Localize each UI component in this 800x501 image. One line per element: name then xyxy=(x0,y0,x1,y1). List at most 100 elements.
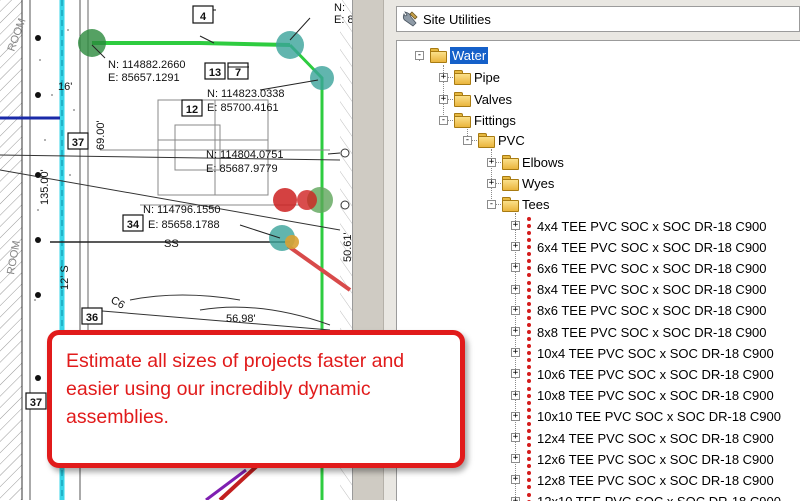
tree-item-tee[interactable]: 10x6 TEE PVC SOC x SOC DR-18 C900 xyxy=(525,364,774,384)
folder-open-icon xyxy=(502,197,519,212)
coord-2-e: E: 85700.4161 xyxy=(207,102,279,114)
folder-open-icon xyxy=(454,113,471,128)
coord-4-e: E: 85658.1788 xyxy=(148,219,220,231)
coord-2-n: N: 114823.0338 xyxy=(207,88,284,100)
promo-callout: Estimate all sizes of projects faster an… xyxy=(47,330,465,468)
tree-item-tee-label: 12x6 TEE PVC SOC x SOC DR-18 C900 xyxy=(537,451,774,467)
label-box-12: 12 xyxy=(186,104,198,116)
assembly-dots-icon xyxy=(525,322,533,342)
expand-tee-item-toggle[interactable]: + xyxy=(511,454,520,464)
tree-item-tees[interactable]: Tees xyxy=(502,194,549,214)
tree-item-water[interactable]: Water xyxy=(430,45,489,65)
expand-wyes-toggle[interactable]: + xyxy=(487,179,496,188)
green-pipe-top xyxy=(92,41,291,47)
expand-elbows-toggle[interactable]: + xyxy=(487,158,496,167)
assembly-dots-icon xyxy=(525,280,533,300)
dim-5061: 50.61' xyxy=(342,232,352,262)
expand-tee-item-toggle[interactable]: + xyxy=(511,433,520,442)
collapse-pvc-toggle[interactable]: - xyxy=(463,136,472,145)
expand-tee-item-toggle[interactable]: + xyxy=(511,305,520,315)
tree-item-tee[interactable]: 12x6 TEE PVC SOC x SOC DR-18 C900 xyxy=(525,449,774,469)
dim-69: 69.00' xyxy=(95,120,107,150)
fitting-marker[interactable] xyxy=(276,31,304,59)
coord-1-n: N: 114882.2660 xyxy=(108,59,185,71)
dim-135: 135.00' xyxy=(39,169,51,205)
expand-tee-item-toggle[interactable]: + xyxy=(511,475,520,485)
tree-item-pipe[interactable]: Pipe xyxy=(454,67,500,87)
tree-item-tee-label: 8x8 TEE PVC SOC x SOC DR-18 C900 xyxy=(537,324,767,340)
tree-item-fittings[interactable]: Fittings xyxy=(454,110,516,130)
label-box-34: 34 xyxy=(127,219,140,231)
tree-item-tee-label: 4x4 TEE PVC SOC x SOC DR-18 C900 xyxy=(537,218,767,234)
tree-item-tee-label: 10x8 TEE PVC SOC x SOC DR-18 C900 xyxy=(537,388,774,404)
tree-item-tee[interactable]: 8x6 TEE PVC SOC x SOC DR-18 C900 xyxy=(525,301,767,321)
label-box-7: 7 xyxy=(235,67,241,79)
coord-1-e: E: 85657.1291 xyxy=(108,72,180,84)
fitting-marker[interactable] xyxy=(273,188,297,212)
fitting-marker[interactable] xyxy=(78,29,106,57)
tree-item-wyes[interactable]: Wyes xyxy=(502,173,554,193)
tree-item-tee[interactable]: 6x6 TEE PVC SOC x SOC DR-18 C900 xyxy=(525,258,767,278)
category-dropdown[interactable]: Site Utilities xyxy=(396,6,800,32)
ss-label: SS xyxy=(164,238,179,250)
assembly-dots-icon xyxy=(525,364,533,384)
tree-item-tee[interactable]: 4x4 TEE PVC SOC x SOC DR-18 C900 xyxy=(525,216,767,236)
collapse-fittings-toggle[interactable]: - xyxy=(439,116,448,125)
label-box-37b: 37 xyxy=(30,397,42,409)
collapse-water-toggle[interactable]: - xyxy=(415,51,424,60)
dim-5698: 56.98' xyxy=(226,313,256,325)
folder-icon xyxy=(502,176,519,191)
expand-tee-item-toggle[interactable]: + xyxy=(511,390,520,400)
tree-item-elbows[interactable]: Elbows xyxy=(502,152,564,172)
dim-16: 16' xyxy=(58,81,72,93)
folder-open-icon xyxy=(430,48,447,63)
tree-item-tee[interactable]: 8x4 TEE PVC SOC x SOC DR-18 C900 xyxy=(525,280,767,300)
expand-tee-item-toggle[interactable]: + xyxy=(511,348,520,358)
coord-top-n: N: xyxy=(334,2,345,14)
expand-tee-item-toggle[interactable]: + xyxy=(511,242,520,252)
dropdown-selected-value: Site Utilities xyxy=(423,11,491,27)
assembly-dots-icon xyxy=(525,407,533,427)
tree-item-tee[interactable]: 10x8 TEE PVC SOC x SOC DR-18 C900 xyxy=(525,386,774,406)
tree-item-tee-label: 12x4 TEE PVC SOC x SOC DR-18 C900 xyxy=(537,430,774,446)
label-box-36: 36 xyxy=(86,312,98,324)
fitting-marker[interactable] xyxy=(310,66,334,90)
tree-item-tee[interactable]: 12x4 TEE PVC SOC x SOC DR-18 C900 xyxy=(525,428,774,448)
coord-3-e: E: 85687.9779 xyxy=(206,163,278,175)
tree-item-tee-label: 6x4 TEE PVC SOC x SOC DR-18 C900 xyxy=(537,239,767,255)
assembly-dots-icon xyxy=(525,258,533,278)
tree-item-tee[interactable]: 10x4 TEE PVC SOC x SOC DR-18 C900 xyxy=(525,343,774,363)
label-box-37a: 37 xyxy=(72,137,84,149)
tree-item-tee-label: 8x4 TEE PVC SOC x SOC DR-18 C900 xyxy=(537,282,767,298)
expand-tee-item-toggle[interactable]: + xyxy=(511,496,520,501)
collapse-tees-toggle[interactable]: - xyxy=(487,200,496,209)
tree-item-tee[interactable]: 8x8 TEE PVC SOC x SOC DR-18 C900 xyxy=(525,322,767,342)
tree-item-tee[interactable]: 12x8 TEE PVC SOC x SOC DR-18 C900 xyxy=(525,470,774,490)
expand-tee-item-toggle[interactable]: + xyxy=(511,369,520,379)
expand-tee-item-toggle[interactable]: + xyxy=(511,284,520,294)
expand-tee-item-toggle[interactable]: + xyxy=(511,411,520,421)
expand-pipe-toggle[interactable]: + xyxy=(439,73,448,82)
c6-label: C6 xyxy=(109,294,127,311)
tree-item-pvc[interactable]: PVC xyxy=(478,130,525,150)
folder-icon xyxy=(454,70,471,85)
expand-tee-item-toggle[interactable]: + xyxy=(511,263,520,273)
tree-item-valves[interactable]: Valves xyxy=(454,89,512,109)
folder-icon xyxy=(502,155,519,170)
label-box-4: 4 xyxy=(200,11,207,23)
expand-valves-toggle[interactable]: + xyxy=(439,95,448,104)
tree-item-tee-label: 10x4 TEE PVC SOC x SOC DR-18 C900 xyxy=(537,345,774,361)
tree-item-tee-label: 8x6 TEE PVC SOC x SOC DR-18 C900 xyxy=(537,303,767,319)
dim-12: 12' S xyxy=(59,265,71,290)
tree-item-tee[interactable]: 10x10 TEE PVC SOC x SOC DR-18 C900 xyxy=(525,407,781,427)
label-box-13: 13 xyxy=(209,67,221,79)
assembly-dots-icon xyxy=(525,428,533,448)
assembly-dots-icon xyxy=(525,449,533,469)
tree-item-tee[interactable]: 6x4 TEE PVC SOC x SOC DR-18 C900 xyxy=(525,237,767,257)
coord-top-e: E: 8 xyxy=(334,14,352,26)
expand-tee-item-toggle[interactable]: + xyxy=(511,221,520,230)
tree-item-tee-label: 6x6 TEE PVC SOC x SOC DR-18 C900 xyxy=(537,260,767,276)
expand-tee-item-toggle[interactable]: + xyxy=(511,327,520,336)
callout-text: Estimate all sizes of projects faster an… xyxy=(66,350,405,428)
assembly-dots-icon xyxy=(525,470,533,490)
